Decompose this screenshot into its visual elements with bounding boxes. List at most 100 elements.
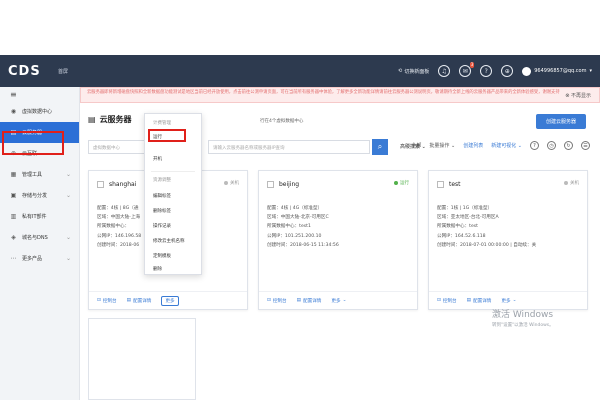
switch-console-link[interactable]: ⟲ 切换新面板	[398, 68, 429, 75]
message-icon[interactable]: ✉ 3	[459, 62, 475, 77]
dns-icon: ◈	[11, 234, 16, 241]
menu-item-delete-tags[interactable]: 删除标签	[153, 208, 171, 214]
menu-item-operation-log[interactable]: 操作记录	[153, 223, 171, 229]
console-label: 控制台	[102, 298, 117, 304]
more-button[interactable]: 更多 ⌄	[331, 298, 346, 304]
console-home-link[interactable]: 首屏	[58, 68, 68, 75]
create-server-button[interactable]: 创建云服务器	[535, 114, 586, 129]
watermark-subtitle: 转到"设置"以激活 Windows。	[492, 323, 554, 328]
sidebar-item-private-it[interactable]: ▥ 私有IT部件	[0, 206, 79, 227]
created-line: 创建时间：2018-07-01 00:00:00 | 自动续：关	[437, 242, 537, 248]
notice-dismiss[interactable]: ⊗ 不再显示	[565, 93, 591, 99]
highlight-box-menu	[148, 129, 186, 142]
switch-icon: ⟲	[398, 68, 403, 74]
status-dot	[224, 181, 228, 185]
sidebar-item-label: 城名与DNS	[22, 235, 48, 241]
help-icon[interactable]: ?	[480, 65, 493, 77]
search-icon: ⌕	[377, 142, 383, 151]
page-subtitle: 行在4个虚拟数据中心	[260, 119, 304, 124]
card-checkbox[interactable]	[97, 180, 104, 188]
sidebar-item-more-products[interactable]: ⋯ 更多产品 ⌄	[0, 248, 79, 269]
config-detail-button[interactable]: ▤ 配置详情	[467, 298, 492, 304]
filter-actions: ☐ 全部 批量操作 ⌄ 创建列表 新建可视化 ⌄ ? ◷ ↻ ☰	[405, 141, 590, 150]
more-button[interactable]: 更多	[161, 295, 179, 306]
monitor-icon: ⊡	[97, 298, 101, 303]
menu-divider	[151, 171, 195, 172]
new-visual-link[interactable]: 新建可视化 ⌄	[491, 142, 522, 149]
user-email: 964996857@qq.com	[534, 68, 587, 74]
chevron-down-icon: ▾	[589, 68, 592, 74]
settings-icon[interactable]: ⊕	[501, 65, 514, 77]
created-line: 创建时间：2018-06-15 11:34:56	[267, 242, 339, 248]
logo[interactable]: CDS	[8, 64, 41, 79]
menu-item-custom-template[interactable]: 定制模板	[153, 253, 171, 259]
console-label: 控制台	[272, 298, 287, 304]
chevron-down-icon: ⌄	[65, 234, 71, 241]
public-ip-line: 公网IP：101.251.200.10	[267, 233, 322, 239]
config-detail-button[interactable]: ▤ 配置详情	[127, 298, 152, 304]
more-label: 更多	[331, 298, 341, 304]
avatar	[522, 66, 532, 76]
server-name: test	[449, 180, 461, 188]
monitor-icon: ⊡	[267, 298, 271, 303]
top-navigation-bar: CDS 首屏 ⟲ 切换新面板 ♫ ✉ 3 ? ⊕ 964996857@qq.co…	[0, 55, 600, 87]
refresh-icon[interactable]: ↻	[564, 141, 573, 150]
clock-icon[interactable]: ◷	[547, 141, 556, 150]
console-button[interactable]: ⊡ 控制台	[437, 298, 457, 304]
region-line: 区域：亚太地区-台北-可用区A	[437, 215, 499, 221]
card-info: 配置：1核 | 1G（标准型） 区域：亚太地区-台北-可用区A 所属数据中心：t…	[437, 204, 579, 250]
search-button[interactable]: ⌕	[372, 139, 388, 155]
component-icon: ▥	[10, 213, 17, 220]
card-checkbox[interactable]	[437, 180, 444, 188]
region-line: 区域：中国大陆-北京-可用区C	[267, 215, 329, 221]
sidebar-item-domain-dns[interactable]: ◈ 城名与DNS ⌄	[0, 227, 79, 248]
batch-operations-button[interactable]: 批量操作 ⌄	[429, 142, 455, 149]
menu-item-edit-tags[interactable]: 编辑标签	[153, 193, 171, 199]
switch-console-label: 切换新面板	[404, 68, 430, 75]
batch-label: 批量操作	[429, 143, 450, 149]
status-text: 运行	[400, 181, 409, 186]
menu-item-power-on[interactable]: 开机	[153, 156, 162, 162]
console-button[interactable]: ⊡ 控制台	[97, 298, 117, 304]
detail-icon: ▤	[466, 298, 471, 303]
search-input[interactable]: 请输入云服务器名称或服务器IP查询	[208, 140, 370, 154]
more-label: 更多	[165, 298, 175, 304]
sidebar-item-label: 更多产品	[22, 256, 43, 262]
sidebar-item-label: 存储与分发	[22, 193, 48, 199]
notice-banner: 云服务器即将新增磁盘快照和全新数据盘功能测试是地区当前已经开放使用，点击前往公测…	[80, 87, 600, 103]
card-checkbox[interactable]	[267, 180, 274, 188]
top-right-toolbar: ⟲ 切换新面板 ♫ ✉ 3 ? ⊕ 964996857@qq.com ▾	[398, 61, 592, 81]
config-line: 配置：4核 | 4G（标准型）	[267, 206, 323, 211]
user-menu[interactable]: 964996857@qq.com ▾	[522, 66, 592, 76]
help-icon[interactable]: ?	[530, 141, 539, 150]
windows-activation-watermark: 激活 Windows 转到"设置"以激活 Windows。	[492, 307, 554, 328]
sidebar-item-storage[interactable]: ▣ 存储与分发 ⌄	[0, 185, 79, 206]
tools-icon: ▦	[10, 171, 17, 178]
menu-icon[interactable]: ≡	[0, 87, 79, 101]
list-view-icon[interactable]: ☰	[581, 141, 590, 150]
bell-icon[interactable]: ♫	[438, 65, 451, 77]
more-icon: ⋯	[10, 255, 17, 262]
server-name: shanghai	[109, 180, 137, 188]
more-label: 更多	[501, 298, 511, 304]
console-label: 控制台	[442, 298, 457, 304]
card-actions: ⊡ 控制台 ▤ 配置详情 更多	[89, 291, 247, 309]
sidebar-item-label: 管理工具	[22, 172, 43, 178]
status-dot	[394, 181, 398, 185]
more-button[interactable]: 更多 ⌄	[501, 298, 516, 304]
detail-icon: ▤	[296, 298, 301, 303]
menu-item-rename[interactable]: 修改云主机名称	[153, 238, 185, 244]
status-text: 关机	[570, 181, 579, 186]
create-list-link[interactable]: 创建列表	[463, 142, 483, 149]
select-all-checkbox[interactable]: ☐ 全部	[405, 142, 421, 149]
storage-icon: ▣	[10, 192, 17, 199]
server-card-test[interactable]: test 关机 配置：1核 | 1G（标准型） 区域：亚太地区-台北-可用区A …	[428, 170, 588, 310]
console-button[interactable]: ⊡ 控制台	[267, 298, 287, 304]
sidebar-item-management-tools[interactable]: ▦ 管理工具 ⌄	[0, 164, 79, 185]
status-text: 关机	[230, 181, 239, 186]
server-card-beijing[interactable]: beijing 运行 配置：4核 | 4G（标准型） 区域：中国大陆-北京-可用…	[258, 170, 418, 310]
sidebar-item-virtual-datacenter[interactable]: ◉ 虚拟数据中心	[0, 101, 79, 122]
chevron-down-icon: ⌄	[65, 192, 71, 199]
menu-item-delete[interactable]: 删除	[153, 266, 162, 272]
config-detail-button[interactable]: ▤ 配置详情	[297, 298, 322, 304]
